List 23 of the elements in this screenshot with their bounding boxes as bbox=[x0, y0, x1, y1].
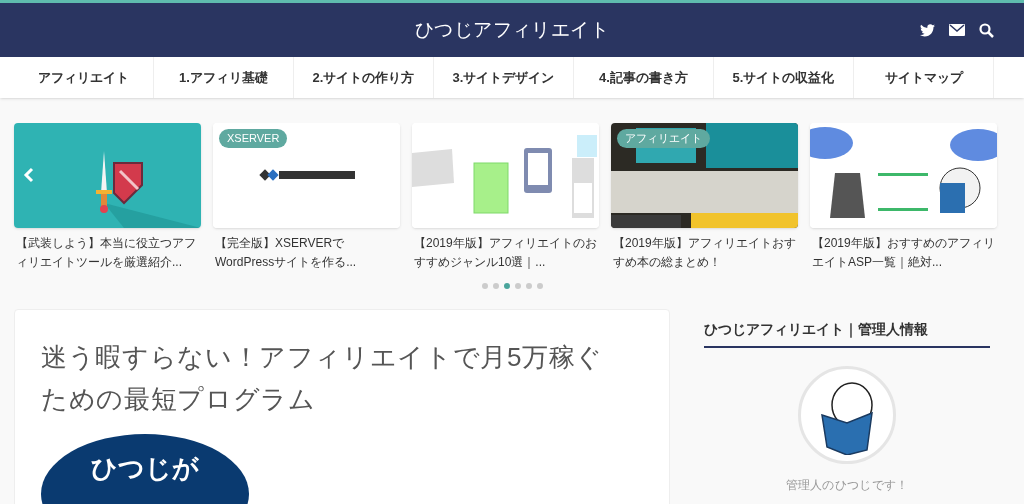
nav-link[interactable]: 1.アフィリ基礎 bbox=[154, 57, 294, 98]
sidebar-heading: ひつじアフィリエイト｜管理人情報 bbox=[704, 319, 990, 348]
twitter-icon[interactable] bbox=[920, 23, 935, 37]
nav-link[interactable]: 5.サイトの収益化 bbox=[714, 57, 854, 98]
nav-link[interactable]: サイトマップ bbox=[854, 57, 994, 98]
slide-title[interactable]: 【2019年版】アフィリエイトのおすすめジャンル10選｜... bbox=[412, 234, 599, 272]
nav-link[interactable]: 3.サイトデザイン bbox=[434, 57, 574, 98]
nav-link[interactable]: 2.サイトの作り方 bbox=[294, 57, 434, 98]
slide-title[interactable]: 【2019年版】アフィリエイトおすすめ本の総まとめ！ bbox=[611, 234, 798, 272]
slide-title[interactable]: 【2019年版】おすすめのアフィリエイトASP一覧｜絶対... bbox=[810, 234, 997, 272]
nav-link[interactable]: 4.記事の書き方 bbox=[574, 57, 714, 98]
search-icon[interactable] bbox=[979, 22, 994, 38]
article-title[interactable]: 迷う暇すらない！アフィリエイトで月5万稼ぐための最短プログラム bbox=[41, 336, 611, 420]
slide-title[interactable]: 【完全版】XSERVERでWordPressサイトを作る... bbox=[213, 234, 400, 272]
banner-label: ひつじが bbox=[41, 434, 249, 504]
site-title[interactable]: ひつじアフィリエイト bbox=[414, 15, 610, 45]
slide-title[interactable]: 【武装しよう】本当に役立つアフィリエイトツールを厳選紹介... bbox=[14, 234, 201, 272]
category-tag: アフィリエイト bbox=[617, 129, 710, 148]
nav-link[interactable]: アフィリエイト bbox=[14, 57, 154, 98]
avatar-caption: 管理人のひつじです！ bbox=[785, 477, 909, 494]
category-tag: XSERVER bbox=[219, 129, 288, 148]
chevron-left-icon[interactable] bbox=[23, 167, 35, 183]
mail-icon[interactable] bbox=[949, 24, 965, 36]
